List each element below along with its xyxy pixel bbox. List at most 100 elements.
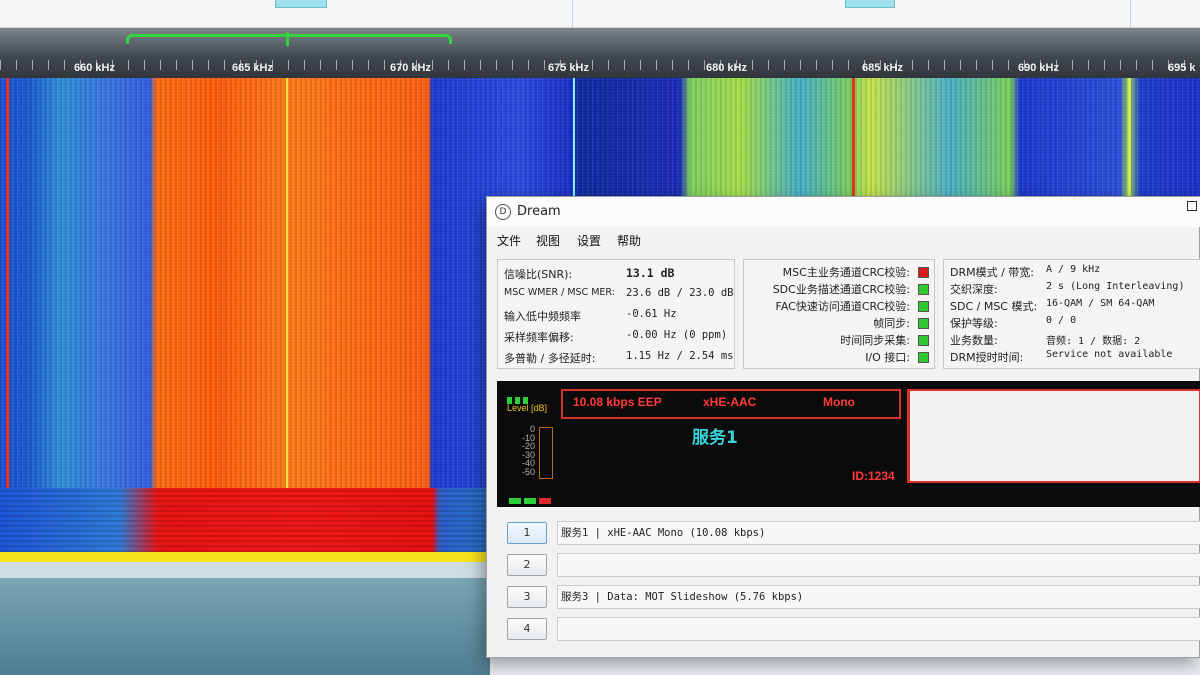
drm-time-value: Service not available	[1046, 349, 1173, 360]
drm-time-label: DRM授时时间:	[950, 351, 1024, 364]
snr-value: 13.1 dB	[626, 266, 675, 280]
status-row: 时间同步采集:	[744, 332, 936, 349]
qam-mode-value: 16-QAM / SM 64-QAM	[1046, 298, 1155, 309]
status-led	[509, 498, 521, 504]
protection-level-value: 0 / 0	[1046, 315, 1077, 326]
menu-file[interactable]: 文件	[495, 231, 523, 250]
mer-value: 23.6 dB / 23.0 dB	[626, 287, 734, 299]
dream-window[interactable]: D Dream 文件 视图 设置 帮助 信噪比(SNR): 13.1 dB MS…	[486, 196, 1200, 658]
snr-row: 信噪比(SNR): 13.1 dB	[498, 266, 736, 283]
msc-crc-led	[918, 267, 929, 278]
toolbar-tab[interactable]	[275, 0, 327, 8]
frame-sync-led	[918, 318, 929, 329]
service-label-4	[557, 617, 1200, 641]
waterfall-carrier-line	[6, 78, 9, 488]
qam-mode-label: SDC / MSC 模式:	[950, 300, 1038, 313]
snr-label: 信噪比(SNR):	[504, 268, 573, 281]
service-button-2[interactable]: 2	[507, 554, 547, 576]
status-leds	[509, 489, 554, 508]
doppler-value: 1.15 Hz / 2.54 ms	[626, 350, 734, 362]
freq-label: 660 kHz	[74, 62, 115, 74]
if-frequency-row: 输入低中频频率 -0.61 Hz	[498, 308, 736, 325]
toolbar-tab[interactable]	[845, 0, 895, 8]
title-bar[interactable]: D Dream	[487, 197, 1200, 227]
sdc-crc-label: SDC业务描述通道CRC校验:	[772, 283, 910, 296]
freq-label: 690 kHz	[1018, 62, 1059, 74]
mer-row: MSC WMER / MSC MER: 23.6 dB / 23.0 dB	[498, 287, 736, 304]
maximize-icon[interactable]	[1187, 201, 1197, 211]
slideshow-area	[907, 389, 1200, 483]
status-led	[524, 498, 536, 504]
service-name: 服务1	[692, 428, 738, 448]
desk-background	[0, 578, 490, 675]
protection-level-label: 保护等级:	[950, 317, 998, 330]
status-row: 帧同步:	[744, 315, 936, 332]
mer-label: MSC WMER / MSC MER:	[504, 287, 615, 298]
dream-app-icon: D	[495, 204, 511, 220]
sample-offset-value: -0.00 Hz (0 ppm)	[626, 329, 728, 341]
top-toolbar-strip	[0, 0, 1200, 28]
freq-label: 695 k	[1168, 62, 1196, 74]
audio-level-bar	[539, 427, 553, 479]
menu-settings[interactable]: 设置	[575, 231, 603, 250]
freq-label: 675 kHz	[548, 62, 589, 74]
tuning-center-marker[interactable]	[286, 32, 289, 46]
service-id: ID:1234	[852, 469, 895, 483]
doppler-label: 多普勒 / 多径延时:	[504, 352, 596, 365]
channels-text: Mono	[823, 395, 855, 409]
menu-bar: 文件 视图 设置 帮助	[487, 227, 1200, 253]
status-row: SDC业务描述通道CRC校验:	[744, 281, 936, 298]
mode-row: 交织深度: 2 s (Long Interleaving)	[944, 281, 1200, 298]
codec-text: xHE-AAC	[703, 395, 757, 409]
interleave-label: 交织深度:	[950, 283, 998, 296]
toolbar-divider	[572, 0, 573, 28]
passband-filter-indicator[interactable]	[126, 34, 452, 44]
mode-row: DRM模式 / 带宽: A / 9 kHz	[944, 264, 1200, 281]
service-button-3[interactable]: 3	[507, 586, 547, 608]
io-interface-label: I/O 接口:	[865, 351, 910, 364]
status-row: MSC主业务通道CRC校验:	[744, 264, 936, 281]
toolbar-divider	[1130, 0, 1131, 28]
service-label-1: 服务1 | xHE-AAC Mono (10.08 kbps)	[557, 521, 1200, 545]
signal-quality-panel: 信噪比(SNR): 13.1 dB MSC WMER / MSC MER: 23…	[497, 259, 735, 369]
mode-row: SDC / MSC 模式: 16-QAM / SM 64-QAM	[944, 298, 1200, 315]
menu-help[interactable]: 帮助	[615, 231, 643, 250]
freq-label: 665 kHz	[232, 62, 273, 74]
sync-status-panel: MSC主业务通道CRC校验: SDC业务描述通道CRC校验: FAC快速访问通道…	[743, 259, 935, 369]
mode-row: DRM授时时间: Service not available	[944, 349, 1200, 366]
interleave-value: 2 s (Long Interleaving)	[1046, 281, 1185, 292]
service-button-1[interactable]: 1	[507, 522, 547, 544]
if-frequency-label: 输入低中频频率	[504, 310, 581, 323]
level-scale: 0 -10 -20 -30 -40 -50	[511, 425, 535, 476]
status-row: FAC快速访问通道CRC校验:	[744, 298, 936, 315]
drm-mode-value: A / 9 kHz	[1046, 264, 1101, 275]
bitrate-text: 10.08 kbps EEP	[573, 395, 662, 409]
status-led	[539, 498, 551, 504]
service-button-4[interactable]: 4	[507, 618, 547, 640]
sample-offset-label: 采样频率偏移:	[504, 331, 574, 344]
menu-view[interactable]: 视图	[534, 231, 562, 250]
io-interface-led	[918, 352, 929, 363]
fac-crc-label: FAC快速访问通道CRC校验:	[775, 300, 911, 313]
freq-label: 670 kHz	[390, 62, 431, 74]
service-display: Level [dB] 0 -10 -20 -30 -40 -50 10.08 k…	[497, 381, 1200, 507]
time-sync-led	[918, 335, 929, 346]
sample-offset-row: 采样频率偏移: -0.00 Hz (0 ppm)	[498, 329, 736, 346]
freq-label: 680 kHz	[706, 62, 747, 74]
doppler-row: 多普勒 / 多径延时: 1.15 Hz / 2.54 ms	[498, 350, 736, 367]
level-scale-tick: -50	[521, 466, 535, 477]
service-label-2	[557, 553, 1200, 577]
sdc-crc-led	[918, 284, 929, 295]
fac-crc-led	[918, 301, 929, 312]
level-meter-label: Level [dB]	[507, 403, 548, 413]
service-count-label: 业务数量:	[950, 334, 998, 347]
msc-crc-label: MSC主业务通道CRC校验:	[782, 266, 910, 279]
time-sync-label: 时间同步采集:	[840, 334, 910, 347]
mode-row: 保护等级: 0 / 0	[944, 315, 1200, 332]
freq-label: 685 kHz	[862, 62, 903, 74]
status-row: I/O 接口:	[744, 349, 936, 366]
drm-mode-panel: DRM模式 / 带宽: A / 9 kHz 交织深度: 2 s (Long In…	[943, 259, 1200, 369]
drm-mode-label: DRM模式 / 带宽:	[950, 266, 1035, 279]
mode-row: 业务数量: 音频: 1 / 数据: 2	[944, 332, 1200, 349]
service-count-value: 音频: 1 / 数据: 2	[1046, 336, 1141, 347]
